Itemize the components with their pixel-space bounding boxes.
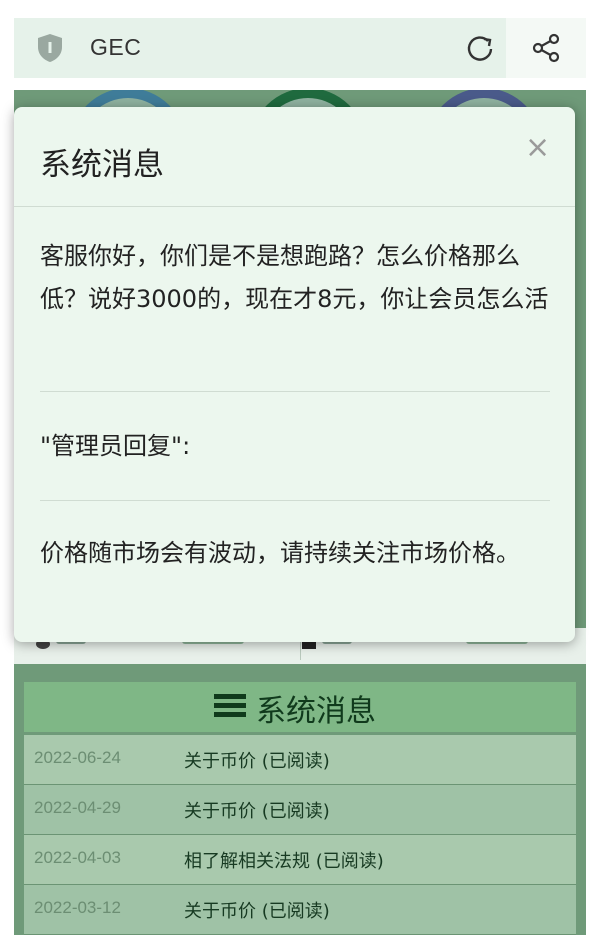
message-date: 2022-04-29 xyxy=(34,798,121,817)
shield-icon xyxy=(38,34,62,62)
message-row[interactable]: 2022-06-24 关于币价 (已阅读) xyxy=(24,735,576,785)
message-title: 相了解相关法规 (已阅读) xyxy=(184,851,384,872)
message-date: 2022-03-12 xyxy=(34,898,121,917)
divider xyxy=(14,206,575,207)
message-date: 2022-04-03 xyxy=(34,848,121,867)
message-row[interactable]: 2022-04-03 相了解相关法规 (已阅读) xyxy=(24,835,576,885)
message-list: 2022-06-24 关于币价 (已阅读) 2022-04-29 关于币价 (已… xyxy=(24,735,576,935)
message-row[interactable]: 2022-04-29 关于币价 (已阅读) xyxy=(24,785,576,835)
admin-reply: 价格随市场会有波动，请持续关注市场价格。 xyxy=(40,539,520,567)
divider xyxy=(40,500,550,501)
close-icon[interactable]: × xyxy=(525,133,550,163)
reply-label: "管理员回复": xyxy=(40,432,191,460)
app-title: GEC xyxy=(90,34,142,60)
system-message-dialog: 系统消息 × 客服你好，你们是不是想跑路？怎么价格那么低？说好3000的，现在才… xyxy=(14,107,575,642)
top-bar: GEC xyxy=(14,18,586,78)
share-icon xyxy=(532,33,560,63)
message-row[interactable]: 2022-03-12 关于币价 (已阅读) xyxy=(24,885,576,935)
message-title: 关于币价 (已阅读) xyxy=(184,901,330,922)
messages-header-title: 系统消息 xyxy=(256,694,376,729)
share-button[interactable] xyxy=(506,18,586,78)
messages-header: 系统消息 xyxy=(24,682,576,732)
message-date: 2022-06-24 xyxy=(34,748,121,767)
refresh-icon[interactable] xyxy=(466,35,494,63)
message-title: 关于币价 (已阅读) xyxy=(184,801,330,822)
message-title: 关于币价 (已阅读) xyxy=(184,751,330,772)
divider xyxy=(40,391,550,392)
user-message: 客服你好，你们是不是想跑路？怎么价格那么低？说好3000的，现在才8元，你让会员… xyxy=(40,242,549,313)
dialog-title: 系统消息 xyxy=(40,147,164,183)
list-icon xyxy=(214,694,246,718)
